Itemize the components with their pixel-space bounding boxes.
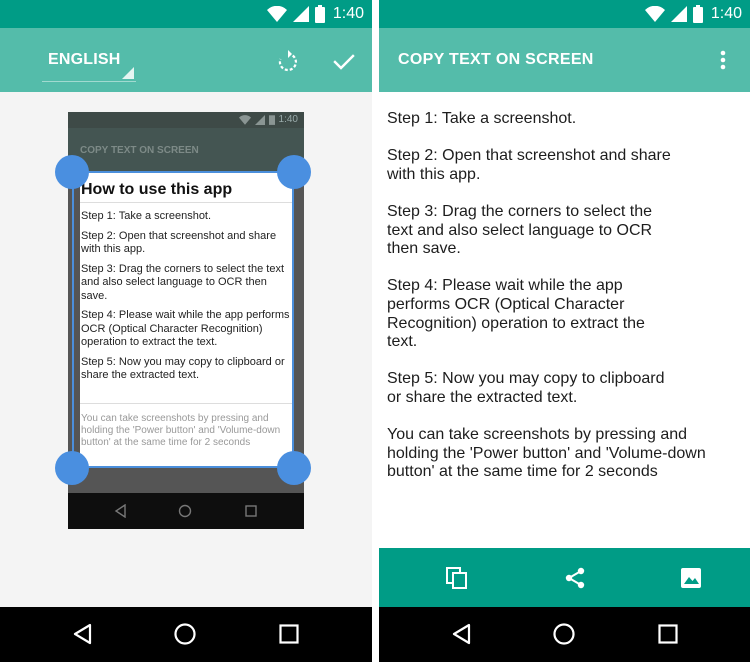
preview-signal-icon xyxy=(254,114,265,125)
crop-handle-bottom-right[interactable] xyxy=(277,451,311,485)
wifi-icon xyxy=(644,6,665,22)
back-icon[interactable] xyxy=(70,621,96,647)
text-line: Step 4: Please wait while the app xyxy=(387,277,623,295)
crop-frame[interactable] xyxy=(72,171,294,468)
text-line: performs OCR (Optical Character xyxy=(387,295,625,313)
text-line: text. xyxy=(387,333,418,351)
text-line: button' at the same time for 2 seconds xyxy=(387,463,658,481)
result-screen: 1:40 COPY TEXT ON SCREEN Step 1: Take a … xyxy=(379,0,750,662)
dropdown-triangle-icon xyxy=(122,67,134,79)
nav-bar xyxy=(0,607,372,662)
language-select-value: ENGLISH xyxy=(48,51,121,68)
wifi-icon xyxy=(266,6,287,22)
signal-icon xyxy=(292,6,309,22)
more-vert-icon[interactable] xyxy=(711,46,735,74)
battery-icon xyxy=(314,5,325,23)
text-paragraph: Step 5: Now you may copy to clipboard or… xyxy=(387,370,742,407)
home-icon[interactable] xyxy=(551,621,577,647)
preview-recents-icon xyxy=(245,505,257,517)
preview-back-icon xyxy=(114,504,126,518)
preview-wifi-icon xyxy=(238,114,251,125)
crop-screen: 1:40 ENGLISH 1:40 COPY TEXT ON SCREEN Ho… xyxy=(0,0,372,662)
text-line: Step 5: Now you may copy to clipboard xyxy=(387,370,665,388)
battery-icon xyxy=(692,5,703,23)
preview-battery-icon xyxy=(268,115,275,125)
crop-handle-top-left[interactable] xyxy=(55,155,89,189)
image-icon[interactable] xyxy=(678,565,704,591)
recents-icon[interactable] xyxy=(655,621,681,647)
text-paragraph: You can take screenshots by pressing and… xyxy=(387,426,742,482)
status-time: 1:40 xyxy=(332,5,364,22)
status-bar: 1:40 xyxy=(379,0,750,28)
text-line: then save. xyxy=(387,240,461,258)
copy-icon[interactable] xyxy=(444,565,470,591)
text-line: Recognition) operation to extract the xyxy=(387,314,645,332)
text-paragraph: Step 1: Take a screenshot. xyxy=(387,110,742,129)
text-line: You can take screenshots by pressing and xyxy=(387,426,688,444)
text-line: Step 2: Open that screenshot and share xyxy=(387,147,671,165)
app-bar: ENGLISH xyxy=(0,28,372,92)
text-paragraph: Step 4: Please wait while the app perfor… xyxy=(387,277,742,351)
extracted-text[interactable]: Step 1: Take a screenshot. Step 2: Open … xyxy=(387,110,742,500)
text-line: text and also select language to OCR xyxy=(387,221,653,239)
preview-app-bar: COPY TEXT ON SCREEN xyxy=(68,128,304,172)
crop-handle-top-right[interactable] xyxy=(277,155,311,189)
nav-bar xyxy=(379,607,750,662)
text-line: holding the 'Power button' and 'Volume-d… xyxy=(387,444,706,462)
app-bar: COPY TEXT ON SCREEN xyxy=(379,28,750,92)
action-bar xyxy=(379,548,750,607)
text-line: or share the extracted text. xyxy=(387,388,578,406)
recents-icon[interactable] xyxy=(276,621,302,647)
check-icon[interactable] xyxy=(330,48,358,76)
text-paragraph: Step 2: Open that screenshot and share w… xyxy=(387,147,742,184)
preview-home-icon xyxy=(178,504,192,518)
screen-gap xyxy=(372,0,379,662)
text-line: with this app. xyxy=(387,165,481,183)
preview-app-title: COPY TEXT ON SCREEN xyxy=(80,145,199,156)
rotate-icon[interactable] xyxy=(274,48,302,76)
status-bar: 1:40 xyxy=(0,0,372,28)
signal-icon xyxy=(670,6,687,22)
back-icon[interactable] xyxy=(449,621,475,647)
page-title: COPY TEXT ON SCREEN xyxy=(398,51,594,68)
text-line: Step 3: Drag the corners to select the xyxy=(387,202,653,220)
text-paragraph: Step 3: Drag the corners to select the t… xyxy=(387,203,742,259)
home-icon[interactable] xyxy=(172,621,198,647)
preview-status-time: 1:40 xyxy=(278,114,298,125)
language-select[interactable]: ENGLISH xyxy=(42,40,136,82)
crop-handle-bottom-left[interactable] xyxy=(55,451,89,485)
preview-nav-bar xyxy=(68,493,304,529)
status-time: 1:40 xyxy=(710,5,742,22)
share-icon[interactable] xyxy=(562,565,588,591)
text-line: Step 1: Take a screenshot. xyxy=(387,110,577,127)
preview-status-bar: 1:40 xyxy=(68,112,304,128)
